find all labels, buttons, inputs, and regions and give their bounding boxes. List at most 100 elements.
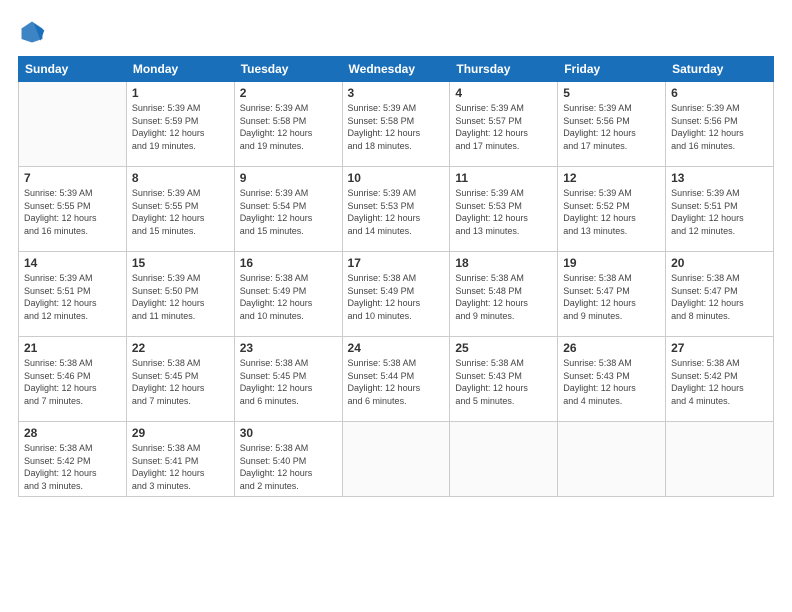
day-number: 23	[240, 341, 337, 355]
day-number: 29	[132, 426, 229, 440]
cell-info: Sunrise: 5:39 AM Sunset: 5:55 PM Dayligh…	[132, 187, 229, 237]
day-number: 16	[240, 256, 337, 270]
calendar-cell: 5 Sunrise: 5:39 AM Sunset: 5:56 PM Daylig…	[558, 82, 666, 167]
cell-info: Sunrise: 5:39 AM Sunset: 5:53 PM Dayligh…	[455, 187, 552, 237]
calendar-cell	[342, 422, 450, 497]
calendar-cell: 20 Sunrise: 5:38 AM Sunset: 5:47 PM Dayli…	[666, 252, 774, 337]
calendar-cell: 11Sunrise: 5:39 AM Sunset: 5:53 PM Dayli…	[450, 167, 558, 252]
day-number: 3	[348, 86, 445, 100]
calendar-cell: 3 Sunrise: 5:39 AM Sunset: 5:58 PM Daylig…	[342, 82, 450, 167]
cell-info: Sunrise: 5:38 AM Sunset: 5:49 PM Dayligh…	[240, 272, 337, 322]
calendar-cell: 6 Sunrise: 5:39 AM Sunset: 5:56 PM Daylig…	[666, 82, 774, 167]
calendar-cell: 17 Sunrise: 5:38 AM Sunset: 5:49 PM Dayli…	[342, 252, 450, 337]
calendar-cell	[558, 422, 666, 497]
cell-info: Sunrise: 5:39 AM Sunset: 5:51 PM Dayligh…	[24, 272, 121, 322]
day-number: 20	[671, 256, 768, 270]
cell-info: Sunrise: 5:39 AM Sunset: 5:54 PM Dayligh…	[240, 187, 337, 237]
cell-info: Sunrise: 5:39 AM Sunset: 5:59 PM Dayligh…	[132, 102, 229, 152]
cell-info: Sunrise: 5:38 AM Sunset: 5:41 PM Dayligh…	[132, 442, 229, 492]
weekday-header-sunday: Sunday	[19, 57, 127, 82]
day-number: 12	[563, 171, 660, 185]
cell-info: Sunrise: 5:39 AM Sunset: 5:55 PM Dayligh…	[24, 187, 121, 237]
cell-info: Sunrise: 5:39 AM Sunset: 5:56 PM Dayligh…	[563, 102, 660, 152]
calendar-week-row: 14 Sunrise: 5:39 AM Sunset: 5:51 PM Dayli…	[19, 252, 774, 337]
day-number: 24	[348, 341, 445, 355]
day-number: 14	[24, 256, 121, 270]
calendar-cell: 25 Sunrise: 5:38 AM Sunset: 5:43 PM Dayli…	[450, 337, 558, 422]
cell-info: Sunrise: 5:38 AM Sunset: 5:45 PM Dayligh…	[132, 357, 229, 407]
cell-info: Sunrise: 5:38 AM Sunset: 5:47 PM Dayligh…	[671, 272, 768, 322]
day-number: 28	[24, 426, 121, 440]
calendar-cell: 30 Sunrise: 5:38 AM Sunset: 5:40 PM Dayli…	[234, 422, 342, 497]
calendar-cell: 10Sunrise: 5:39 AM Sunset: 5:53 PM Dayli…	[342, 167, 450, 252]
day-number: 6	[671, 86, 768, 100]
weekday-header-wednesday: Wednesday	[342, 57, 450, 82]
cell-info: Sunrise: 5:39 AM Sunset: 5:58 PM Dayligh…	[348, 102, 445, 152]
calendar-cell: 1 Sunrise: 5:39 AM Sunset: 5:59 PM Daylig…	[126, 82, 234, 167]
calendar-week-row: 7 Sunrise: 5:39 AM Sunset: 5:55 PM Daylig…	[19, 167, 774, 252]
calendar-cell: 4 Sunrise: 5:39 AM Sunset: 5:57 PM Daylig…	[450, 82, 558, 167]
day-number: 19	[563, 256, 660, 270]
cell-info: Sunrise: 5:38 AM Sunset: 5:42 PM Dayligh…	[24, 442, 121, 492]
day-number: 8	[132, 171, 229, 185]
logo	[18, 18, 50, 46]
calendar-cell: 8 Sunrise: 5:39 AM Sunset: 5:55 PM Daylig…	[126, 167, 234, 252]
weekday-header-monday: Monday	[126, 57, 234, 82]
day-number: 18	[455, 256, 552, 270]
cell-info: Sunrise: 5:39 AM Sunset: 5:53 PM Dayligh…	[348, 187, 445, 237]
weekday-header-tuesday: Tuesday	[234, 57, 342, 82]
day-number: 21	[24, 341, 121, 355]
calendar-cell: 26 Sunrise: 5:38 AM Sunset: 5:43 PM Dayli…	[558, 337, 666, 422]
cell-info: Sunrise: 5:39 AM Sunset: 5:57 PM Dayligh…	[455, 102, 552, 152]
day-number: 5	[563, 86, 660, 100]
calendar-week-row: 21 Sunrise: 5:38 AM Sunset: 5:46 PM Dayli…	[19, 337, 774, 422]
day-number: 25	[455, 341, 552, 355]
day-number: 26	[563, 341, 660, 355]
cell-info: Sunrise: 5:38 AM Sunset: 5:43 PM Dayligh…	[563, 357, 660, 407]
calendar-cell: 14 Sunrise: 5:39 AM Sunset: 5:51 PM Dayli…	[19, 252, 127, 337]
logo-icon	[18, 18, 46, 46]
calendar-cell: 22Sunrise: 5:38 AM Sunset: 5:45 PM Dayli…	[126, 337, 234, 422]
calendar-cell: 24 Sunrise: 5:38 AM Sunset: 5:44 PM Dayli…	[342, 337, 450, 422]
day-number: 13	[671, 171, 768, 185]
cell-info: Sunrise: 5:39 AM Sunset: 5:50 PM Dayligh…	[132, 272, 229, 322]
day-number: 15	[132, 256, 229, 270]
cell-info: Sunrise: 5:38 AM Sunset: 5:45 PM Dayligh…	[240, 357, 337, 407]
cell-info: Sunrise: 5:38 AM Sunset: 5:44 PM Dayligh…	[348, 357, 445, 407]
cell-info: Sunrise: 5:38 AM Sunset: 5:46 PM Dayligh…	[24, 357, 121, 407]
calendar-cell: 12 Sunrise: 5:39 AM Sunset: 5:52 PM Dayli…	[558, 167, 666, 252]
calendar-cell: 13 Sunrise: 5:39 AM Sunset: 5:51 PM Dayli…	[666, 167, 774, 252]
cell-info: Sunrise: 5:39 AM Sunset: 5:58 PM Dayligh…	[240, 102, 337, 152]
calendar-cell	[666, 422, 774, 497]
calendar-cell	[19, 82, 127, 167]
cell-info: Sunrise: 5:38 AM Sunset: 5:42 PM Dayligh…	[671, 357, 768, 407]
cell-info: Sunrise: 5:38 AM Sunset: 5:49 PM Dayligh…	[348, 272, 445, 322]
day-number: 4	[455, 86, 552, 100]
cell-info: Sunrise: 5:38 AM Sunset: 5:43 PM Dayligh…	[455, 357, 552, 407]
cell-info: Sunrise: 5:39 AM Sunset: 5:51 PM Dayligh…	[671, 187, 768, 237]
calendar-cell: 19Sunrise: 5:38 AM Sunset: 5:47 PM Dayli…	[558, 252, 666, 337]
page: SundayMondayTuesdayWednesdayThursdayFrid…	[0, 0, 792, 612]
calendar-cell: 9 Sunrise: 5:39 AM Sunset: 5:54 PM Daylig…	[234, 167, 342, 252]
calendar-cell: 23 Sunrise: 5:38 AM Sunset: 5:45 PM Dayli…	[234, 337, 342, 422]
day-number: 17	[348, 256, 445, 270]
calendar-cell: 21 Sunrise: 5:38 AM Sunset: 5:46 PM Dayli…	[19, 337, 127, 422]
cell-info: Sunrise: 5:38 AM Sunset: 5:40 PM Dayligh…	[240, 442, 337, 492]
day-number: 30	[240, 426, 337, 440]
header	[18, 18, 774, 46]
day-number: 7	[24, 171, 121, 185]
calendar-table: SundayMondayTuesdayWednesdayThursdayFrid…	[18, 56, 774, 497]
day-number: 2	[240, 86, 337, 100]
calendar-cell: 15 Sunrise: 5:39 AM Sunset: 5:50 PM Dayli…	[126, 252, 234, 337]
calendar-cell: 7 Sunrise: 5:39 AM Sunset: 5:55 PM Daylig…	[19, 167, 127, 252]
calendar-week-row: 1 Sunrise: 5:39 AM Sunset: 5:59 PM Daylig…	[19, 82, 774, 167]
calendar-cell: 18Sunrise: 5:38 AM Sunset: 5:48 PM Dayli…	[450, 252, 558, 337]
cell-info: Sunrise: 5:39 AM Sunset: 5:56 PM Dayligh…	[671, 102, 768, 152]
day-number: 9	[240, 171, 337, 185]
cell-info: Sunrise: 5:39 AM Sunset: 5:52 PM Dayligh…	[563, 187, 660, 237]
calendar-cell: 2 Sunrise: 5:39 AM Sunset: 5:58 PM Daylig…	[234, 82, 342, 167]
calendar-cell: 28 Sunrise: 5:38 AM Sunset: 5:42 PM Dayli…	[19, 422, 127, 497]
day-number: 1	[132, 86, 229, 100]
weekday-header-thursday: Thursday	[450, 57, 558, 82]
calendar-week-row: 28 Sunrise: 5:38 AM Sunset: 5:42 PM Dayli…	[19, 422, 774, 497]
